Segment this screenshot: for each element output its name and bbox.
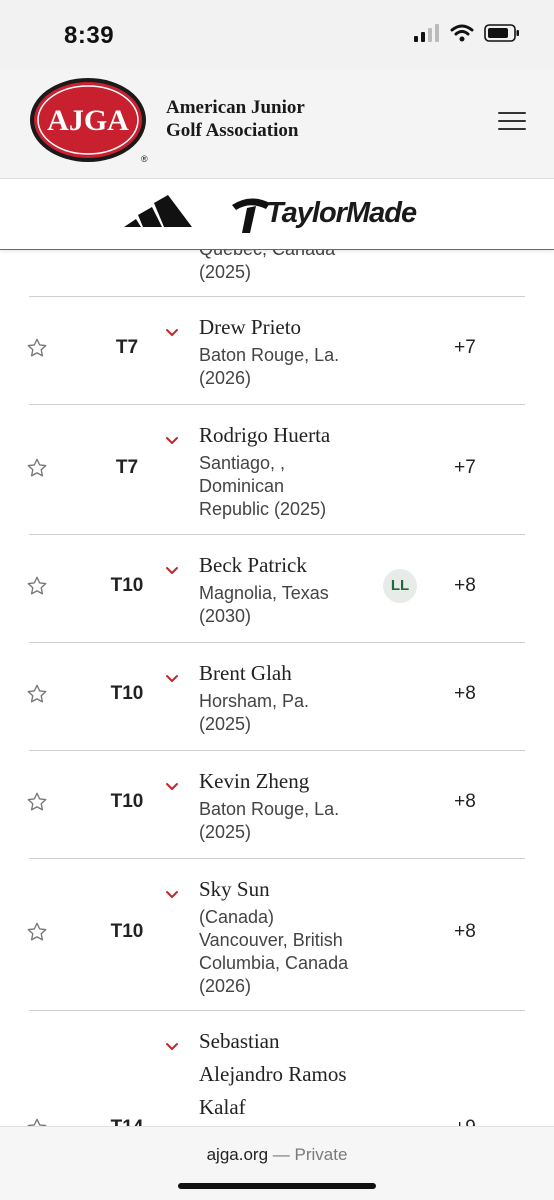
- status-icons: [414, 24, 520, 42]
- battery-icon: [484, 24, 519, 42]
- favorite-star-icon[interactable]: [26, 683, 48, 705]
- player-score: +8: [454, 683, 476, 704]
- status-bar: 8:39: [0, 0, 554, 68]
- player-location: Magnolia, Texas (2030): [199, 583, 329, 626]
- private-mode-label: Private: [294, 1145, 348, 1164]
- sponsor-bar: TaylorMade: [0, 178, 554, 250]
- expand-chevron-icon[interactable]: [165, 1039, 179, 1050]
- browser-url-bar[interactable]: ajga.org — Private: [0, 1126, 554, 1200]
- table-row[interactable]: T10 Sky Sun (Canada) Vancouver, British Colu…: [26, 859, 525, 1011]
- player-position: T10: [110, 575, 144, 596]
- expand-chevron-icon[interactable]: [165, 563, 179, 574]
- table-row: Quebec, Canada (2025): [29, 250, 525, 297]
- favorite-star-icon[interactable]: [26, 337, 48, 359]
- table-row[interactable]: T10 Beck Patrick Magnolia, Texas (2030) LL +8: [26, 535, 525, 643]
- player-location: Santiago, , Dominican Republic (2025): [199, 453, 327, 519]
- player-score: +8: [454, 791, 476, 812]
- player-position: T10: [110, 791, 144, 812]
- taylormade-t-icon[interactable]: [230, 195, 270, 235]
- player-position: T10: [110, 683, 144, 704]
- player-score: +8: [454, 575, 476, 596]
- player-name[interactable]: Sebastian Alejandro Ramos Kalaf: [199, 1025, 347, 1124]
- table-row[interactable]: T7 Rodrigo Huerta Santiago, , Dominican Repu…: [26, 405, 525, 535]
- table-row[interactable]: T14 SebastianAlejandro RamosKalaf +9: [26, 1011, 525, 1126]
- player-name[interactable]: Beck Patrick: [199, 549, 307, 582]
- player-score: +8: [454, 921, 476, 942]
- expand-chevron-icon[interactable]: [165, 433, 179, 444]
- expand-chevron-icon[interactable]: [165, 325, 179, 336]
- signal-icon: [414, 24, 439, 42]
- player-score: +7: [454, 457, 476, 478]
- player-name[interactable]: Kevin Zheng: [199, 765, 309, 798]
- site-header: AJGA ® American Junior Golf Association: [0, 68, 554, 178]
- org-name-line1: American Junior: [166, 97, 305, 118]
- player-score: +9: [439, 1117, 491, 1126]
- adidas-logo[interactable]: [124, 193, 192, 235]
- hamburger-menu-icon[interactable]: [498, 112, 526, 130]
- table-row[interactable]: T10 Brent Glah Horsham, Pa. (2025) +8: [26, 643, 525, 751]
- expand-chevron-icon[interactable]: [165, 779, 179, 790]
- player-name[interactable]: Sky Sun: [199, 873, 270, 906]
- status-time: 8:39: [64, 22, 115, 49]
- player-position: T14: [89, 1117, 165, 1126]
- favorite-star-icon[interactable]: [26, 921, 48, 943]
- logo-text: AJGA: [47, 104, 129, 137]
- player-score: +7: [454, 337, 476, 358]
- player-name[interactable]: Drew Prieto: [199, 311, 301, 344]
- favorite-star-icon[interactable]: [26, 457, 48, 479]
- svg-text:®: ®: [141, 154, 148, 164]
- url-domain: ajga.org: [206, 1145, 269, 1164]
- favorite-star-icon[interactable]: [26, 575, 48, 597]
- status-badge: LL: [383, 569, 417, 603]
- player-name[interactable]: Rodrigo Huerta: [199, 419, 330, 452]
- player-location: Horsham, Pa. (2025): [199, 691, 310, 734]
- expand-chevron-icon[interactable]: [165, 887, 179, 898]
- table-row[interactable]: T10 Kevin Zheng Baton Rouge, La. (2025) +8: [26, 751, 525, 859]
- taylormade-logo-text[interactable]: TaylorMade: [266, 197, 417, 230]
- favorite-star-icon[interactable]: [26, 1117, 48, 1126]
- org-name-line2: Golf Association: [166, 120, 299, 141]
- favorite-star-icon[interactable]: [26, 791, 48, 813]
- player-position: T7: [115, 457, 139, 478]
- wifi-icon: [450, 24, 474, 42]
- org-name: American Junior Golf Association: [166, 96, 305, 142]
- ajga-logo[interactable]: AJGA ®: [28, 76, 152, 173]
- home-indicator[interactable]: [178, 1183, 376, 1189]
- player-location: Baton Rouge, La. (2026): [199, 345, 340, 388]
- player-location: Baton Rouge, La. (2025): [199, 799, 340, 842]
- player-position: T7: [115, 337, 139, 358]
- player-position: T10: [110, 921, 144, 942]
- player-location: (Canada) Vancouver, British Columbia, Cana…: [199, 907, 349, 996]
- player-name[interactable]: Brent Glah: [199, 657, 292, 690]
- player-location: Quebec, Canada (2025): [199, 250, 335, 282]
- expand-chevron-icon[interactable]: [165, 671, 179, 682]
- url-separator: —: [268, 1145, 295, 1164]
- table-row[interactable]: T7 Drew Prieto Baton Rouge, La. (2026) +7: [26, 297, 525, 405]
- leaderboard-list: Quebec, Canada (2025) T7Drew PrietoBaton…: [0, 250, 554, 1126]
- url-text[interactable]: ajga.org — Private: [0, 1145, 554, 1165]
